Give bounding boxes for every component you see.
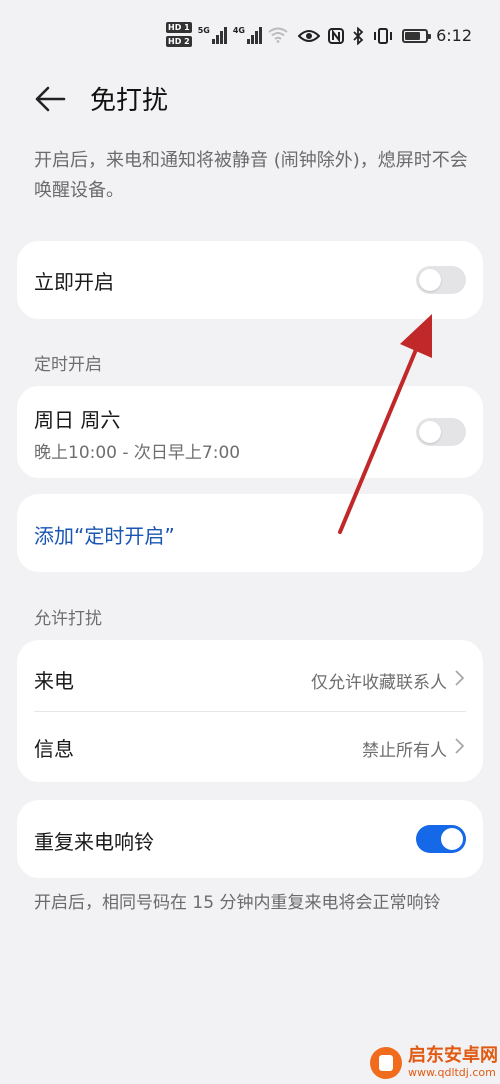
schedule-section-label: 定时开启 [34, 355, 102, 375]
intro-description: 开启后，来电和通知将被静音 (闹钟除外)，熄屏时不会唤醒设备。 [34, 150, 468, 201]
watermark-text: 启东安卓网 www.qdltdj.com [408, 1045, 498, 1080]
immediate-toggle[interactable] [416, 266, 466, 294]
hd2-badge: HD 2 [166, 36, 192, 47]
schedule-item-time: 晚上10:00 - 次日早上7:00 [34, 443, 241, 463]
vibrate-icon [374, 27, 393, 44]
allow-messages-value: 禁止所有人 [362, 741, 447, 761]
allow-row-messages[interactable]: 信息 禁止所有人 [17, 712, 483, 782]
watermark-name: 启东安卓网 [408, 1045, 498, 1066]
chevron-right-icon [455, 670, 465, 686]
schedule-toggle[interactable] [416, 418, 466, 446]
signal-5g-icon: 5G [198, 26, 227, 44]
immediate-label: 立即开启 [34, 270, 114, 294]
status-bar: HD 1 HD 2 5G 4G 6:12 [0, 0, 500, 72]
watermark-logo-icon [370, 1046, 402, 1079]
add-schedule-card[interactable]: 添加“定时开启” [17, 494, 483, 572]
status-right-group: 6:12 [298, 26, 472, 45]
arrow-left-icon[interactable] [34, 84, 66, 114]
schedule-item-title: 周日 周六 [34, 408, 121, 432]
immediate-card[interactable]: 立即开启 [17, 241, 483, 319]
nfc-icon [328, 27, 345, 44]
allow-card: 来电 仅允许收藏联系人 信息 禁止所有人 [17, 640, 483, 782]
page-title: 免打扰 [90, 86, 169, 116]
watermark: 启东安卓网 www.qdltdj.com [370, 1046, 498, 1079]
toggle-knob [441, 828, 463, 850]
watermark-url: www.qdltdj.com [408, 1066, 496, 1079]
battery-fill [405, 31, 421, 40]
wifi-icon [268, 27, 288, 43]
chevron-right-icon [455, 738, 465, 754]
repeat-call-card[interactable]: 重复来电响铃 [17, 800, 483, 878]
hd1-badge: HD 1 [166, 22, 192, 33]
schedule-card[interactable]: 周日 周六 晚上10:00 - 次日早上7:00 [17, 386, 483, 478]
toggle-knob [419, 269, 441, 291]
allow-messages-label: 信息 [34, 737, 74, 761]
signal-4g-icon: 4G [233, 26, 262, 44]
repeat-call-toggle[interactable] [416, 825, 466, 853]
hd-badges: HD 1 HD 2 [166, 22, 192, 47]
bluetooth-icon [353, 26, 364, 45]
status-time: 6:12 [436, 26, 472, 45]
allow-row-calls[interactable]: 来电 仅允许收藏联系人 [17, 640, 483, 711]
repeat-call-note: 开启后，相同号码在 15 分钟内重复来电将会正常响铃 [34, 893, 441, 913]
add-schedule-link[interactable]: 添加“定时开启” [34, 520, 175, 549]
toggle-knob [419, 421, 441, 443]
status-left-group: HD 1 HD 2 5G 4G [166, 22, 288, 47]
allow-calls-value: 仅允许收藏联系人 [311, 673, 447, 693]
repeat-call-label: 重复来电响铃 [34, 830, 154, 854]
eye-icon [298, 29, 321, 42]
net2-label: 4G [232, 25, 245, 35]
battery-icon [402, 28, 432, 43]
net1-label: 5G [197, 25, 210, 35]
allow-calls-label: 来电 [34, 669, 74, 693]
app-header: 免打扰 [0, 72, 500, 132]
allow-section-label: 允许打扰 [34, 609, 102, 629]
